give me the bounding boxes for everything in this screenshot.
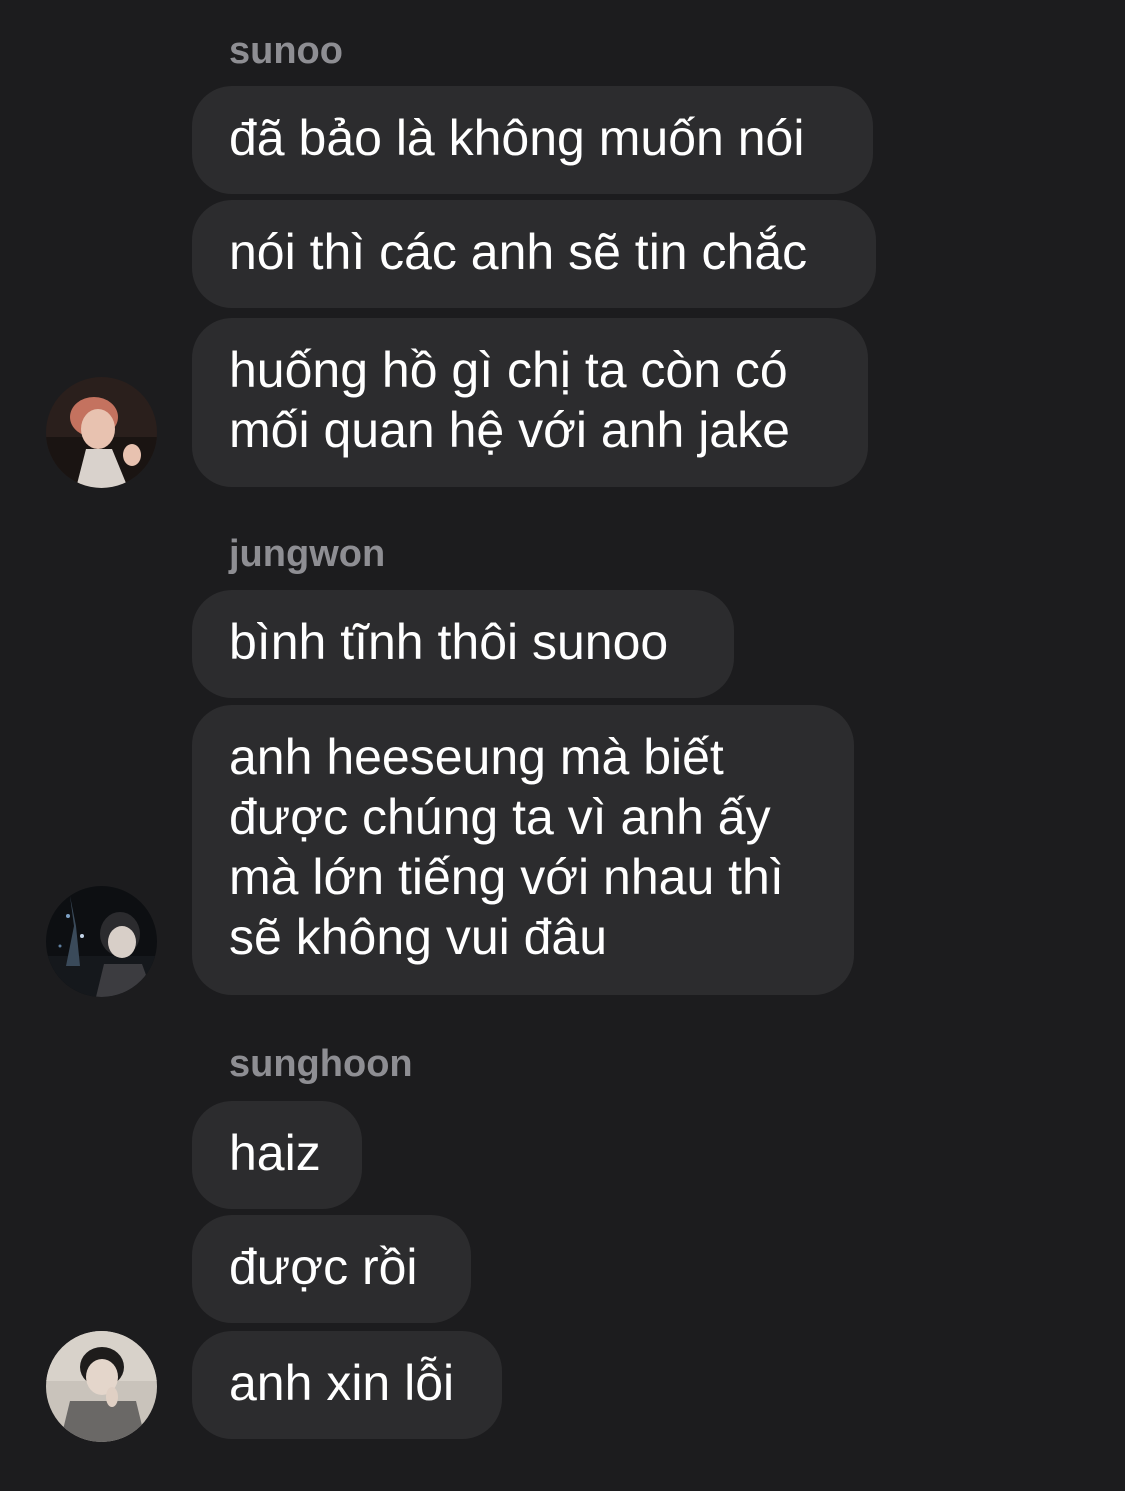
jungwon-avatar-photo[interactable]: [46, 886, 157, 997]
message-text: huống hồ gì chị ta còn có: [229, 342, 788, 398]
message-text: anh xin lỗi: [229, 1355, 455, 1411]
message-text: sẽ không vui đâu: [229, 909, 608, 965]
message-bubble[interactable]: haiz: [192, 1101, 362, 1209]
sender-name-sunoo: sunoo: [229, 30, 343, 72]
message-bubble[interactable]: anh heeseung mà biết được chúng ta vì an…: [192, 705, 854, 995]
message-text: được chúng ta vì anh ấy: [229, 789, 771, 845]
message-bubble[interactable]: nói thì các anh sẽ tin chắc: [192, 200, 876, 308]
sender-name-sunghoon: sunghoon: [229, 1043, 413, 1085]
message-bubble[interactable]: được rồi: [192, 1215, 471, 1323]
message-bubble[interactable]: anh xin lỗi: [192, 1331, 502, 1439]
message-text: mà lớn tiếng với nhau thì: [229, 849, 784, 905]
message-text: nói thì các anh sẽ tin chắc: [229, 224, 808, 280]
message-text: được rồi: [229, 1239, 418, 1295]
message-bubble[interactable]: đã bảo là không muốn nói: [192, 86, 873, 194]
message-bubble[interactable]: bình tĩnh thôi sunoo: [192, 590, 734, 698]
message-text: haiz: [229, 1125, 321, 1181]
message-text: đã bảo là không muốn nói: [229, 110, 805, 166]
sender-name-jungwon: jungwon: [229, 533, 386, 575]
sunoo-avatar-photo[interactable]: [46, 377, 157, 488]
message-bubble[interactable]: huống hồ gì chị ta còn có mối quan hệ vớ…: [192, 318, 868, 487]
message-text: bình tĩnh thôi sunoo: [229, 614, 669, 670]
message-text: anh heeseung mà biết: [229, 729, 724, 785]
sunghoon-avatar-photo[interactable]: [46, 1331, 157, 1442]
message-text: mối quan hệ với anh jake: [229, 402, 790, 458]
